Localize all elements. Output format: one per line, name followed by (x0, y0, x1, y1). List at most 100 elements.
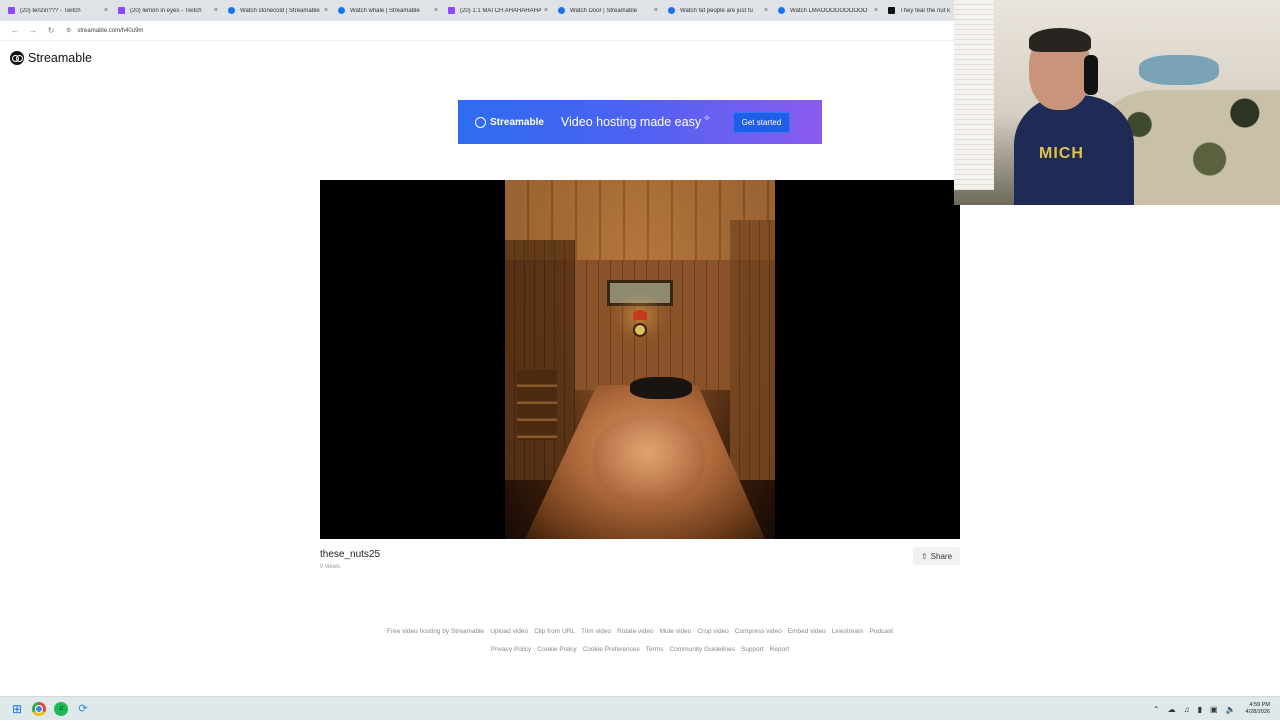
scene-left-wall (505, 240, 575, 480)
footer-link[interactable]: Cookie Preferences (583, 646, 640, 653)
close-icon[interactable]: × (654, 7, 658, 14)
video-title: these_nuts25 (320, 549, 381, 560)
streamable-icon (228, 7, 235, 14)
headset-icon (1084, 55, 1098, 95)
chevron-up-icon[interactable]: ⌃ (1153, 705, 1160, 714)
browser-tab-title: Watch Door | Streamable (570, 7, 638, 14)
browser-tab[interactable]: Watch LMAOOOOOOOOOO × (773, 2, 883, 19)
scene-lamp (633, 310, 647, 320)
streamable-icon (668, 7, 675, 14)
cloud-icon[interactable]: ☁ (1168, 705, 1176, 714)
footer-link[interactable]: Community Guidelines (669, 646, 734, 653)
footer-link[interactable]: Rotate video (617, 628, 654, 635)
browser-tab-title: (20) tenzin??? - Twitch (20, 7, 81, 14)
browser-tab-title: (20) lemon in eyes - Twitch (130, 7, 202, 14)
browser-tab-title: Watch LMAOOOOOOOOOO (790, 7, 868, 14)
mic-icon[interactable]: ♫ (1184, 705, 1190, 714)
footer-link[interactable]: Mute video (660, 628, 692, 635)
browser-tab-title: Watch whale | Streamable (350, 7, 420, 14)
close-icon[interactable]: × (214, 7, 218, 14)
sparkle-icon: ✧ (703, 112, 711, 123)
browser-tab[interactable]: (20) tenzin??? - Twitch × (3, 2, 113, 19)
video-views: 0 views (320, 564, 341, 570)
volume-icon[interactable]: 🔈 (1226, 705, 1236, 714)
footer-link[interactable]: Livestream (832, 628, 864, 635)
footer-link[interactable]: Embed video (788, 628, 826, 635)
browser-tab-title: (20) 1:1 MATCH AHAHAHAHA (460, 7, 541, 14)
scene-pillow (630, 377, 692, 399)
twitch-icon (118, 7, 125, 14)
scene-right-wall (730, 220, 775, 480)
site-info-icon[interactable]: ⚙ (66, 27, 71, 34)
footer-link[interactable]: Support (741, 646, 764, 653)
app-icon[interactable]: ⟳ (76, 702, 90, 716)
streamable-icon (778, 7, 785, 14)
scene-shelf (517, 370, 557, 440)
taskbar: ⊞ ♫ ⟳ ⌃ ☁ ♫ ▮ ▣ 🔈 4:59 PM 4/28/2026 (0, 696, 1280, 720)
browser-tab[interactable]: Watch whale | Streamable × (333, 2, 443, 19)
display-icon[interactable]: ▣ (1210, 705, 1218, 714)
tiktok-icon (888, 7, 895, 14)
footer-link[interactable]: Privacy Policy (491, 646, 531, 653)
webcam-overlay: MICH (954, 0, 1280, 205)
footer-link[interactable]: Crop video (697, 628, 728, 635)
video-player[interactable] (320, 180, 960, 539)
spotify-icon[interactable]: ♫ (54, 701, 68, 716)
scene-face-blanket (593, 415, 705, 505)
browser-tab[interactable]: Watch fat people are just fu × (663, 2, 773, 19)
battery-icon[interactable]: ▮ (1198, 705, 1202, 714)
browser-tab[interactable]: Watch stonecold | Streamable × (223, 2, 333, 19)
clock-time: 4:59 PM (1249, 702, 1270, 708)
close-icon[interactable]: × (104, 7, 108, 14)
back-icon[interactable]: ← (6, 26, 24, 35)
streamable-logo-icon (10, 51, 24, 65)
footer-link[interactable]: Compress video (735, 628, 782, 635)
banner-brand: Streamable (475, 116, 544, 128)
twitch-icon (448, 7, 455, 14)
share-label: Share (930, 551, 953, 561)
url-text: streamable.com/h40u9m (77, 27, 144, 34)
scene-clock (633, 323, 647, 337)
streamable-icon (475, 116, 486, 128)
close-icon[interactable]: × (434, 7, 438, 14)
chrome-icon[interactable] (32, 701, 46, 716)
forward-icon[interactable]: → (24, 26, 42, 35)
browser-tab-title: Watch stonecold | Streamable (240, 7, 320, 14)
streamable-icon (338, 7, 345, 14)
streamable-logo[interactable]: Streamable (10, 51, 92, 65)
footer-link[interactable]: Trim video (581, 628, 611, 635)
close-icon[interactable]: × (544, 7, 548, 14)
get-started-button[interactable]: Get started (732, 111, 791, 133)
reload-icon[interactable]: ↻ (42, 26, 60, 35)
scene-window (607, 280, 673, 306)
footer-link[interactable]: Report (770, 646, 790, 653)
banner-brand-text: Streamable (490, 116, 544, 128)
footer-link[interactable]: Upload video (490, 628, 528, 635)
browser-tab[interactable]: (20) 1:1 MATCH AHAHAHAHA × (443, 2, 553, 19)
clock[interactable]: 4:59 PM 4/28/2026 (1246, 702, 1270, 716)
ad-banner[interactable]: Streamable Video hosting made easy ✧ Get… (458, 100, 822, 144)
footer-link[interactable]: Podcast (870, 628, 894, 635)
footer-link[interactable]: Terms (646, 646, 664, 653)
streamable-icon (558, 7, 565, 14)
windows-start-icon[interactable]: ⊞ (10, 702, 24, 716)
footer-link[interactable]: Clip from URL (534, 628, 575, 635)
footer-link[interactable]: Free video hosting by Streamable (387, 628, 484, 635)
browser-tab[interactable]: Watch Door | Streamable × (553, 2, 663, 19)
video-frame (505, 180, 775, 539)
webcam-blinds (954, 0, 994, 190)
footer-link[interactable]: Cookie Policy (537, 646, 576, 653)
logo-text: Streamable (28, 51, 92, 65)
url-field[interactable]: ⚙ streamable.com/h40u9m (66, 27, 144, 35)
close-icon[interactable]: × (324, 7, 328, 14)
browser-tab-title: Watch fat people are just fu (680, 7, 753, 14)
share-icon: ⇧ (920, 551, 928, 561)
close-icon[interactable]: × (874, 7, 878, 14)
banner-headline: Video hosting made easy (560, 115, 702, 129)
close-icon[interactable]: × (764, 7, 768, 14)
footer-links-primary: Free video hosting by Streamable Upload v… (0, 628, 1280, 635)
browser-tab[interactable]: (20) lemon in eyes - Twitch × (113, 2, 223, 19)
clock-date: 4/28/2026 (1245, 709, 1270, 715)
share-button[interactable]: ⇧ Share (913, 547, 960, 565)
webcam-person-hair (1029, 28, 1091, 52)
